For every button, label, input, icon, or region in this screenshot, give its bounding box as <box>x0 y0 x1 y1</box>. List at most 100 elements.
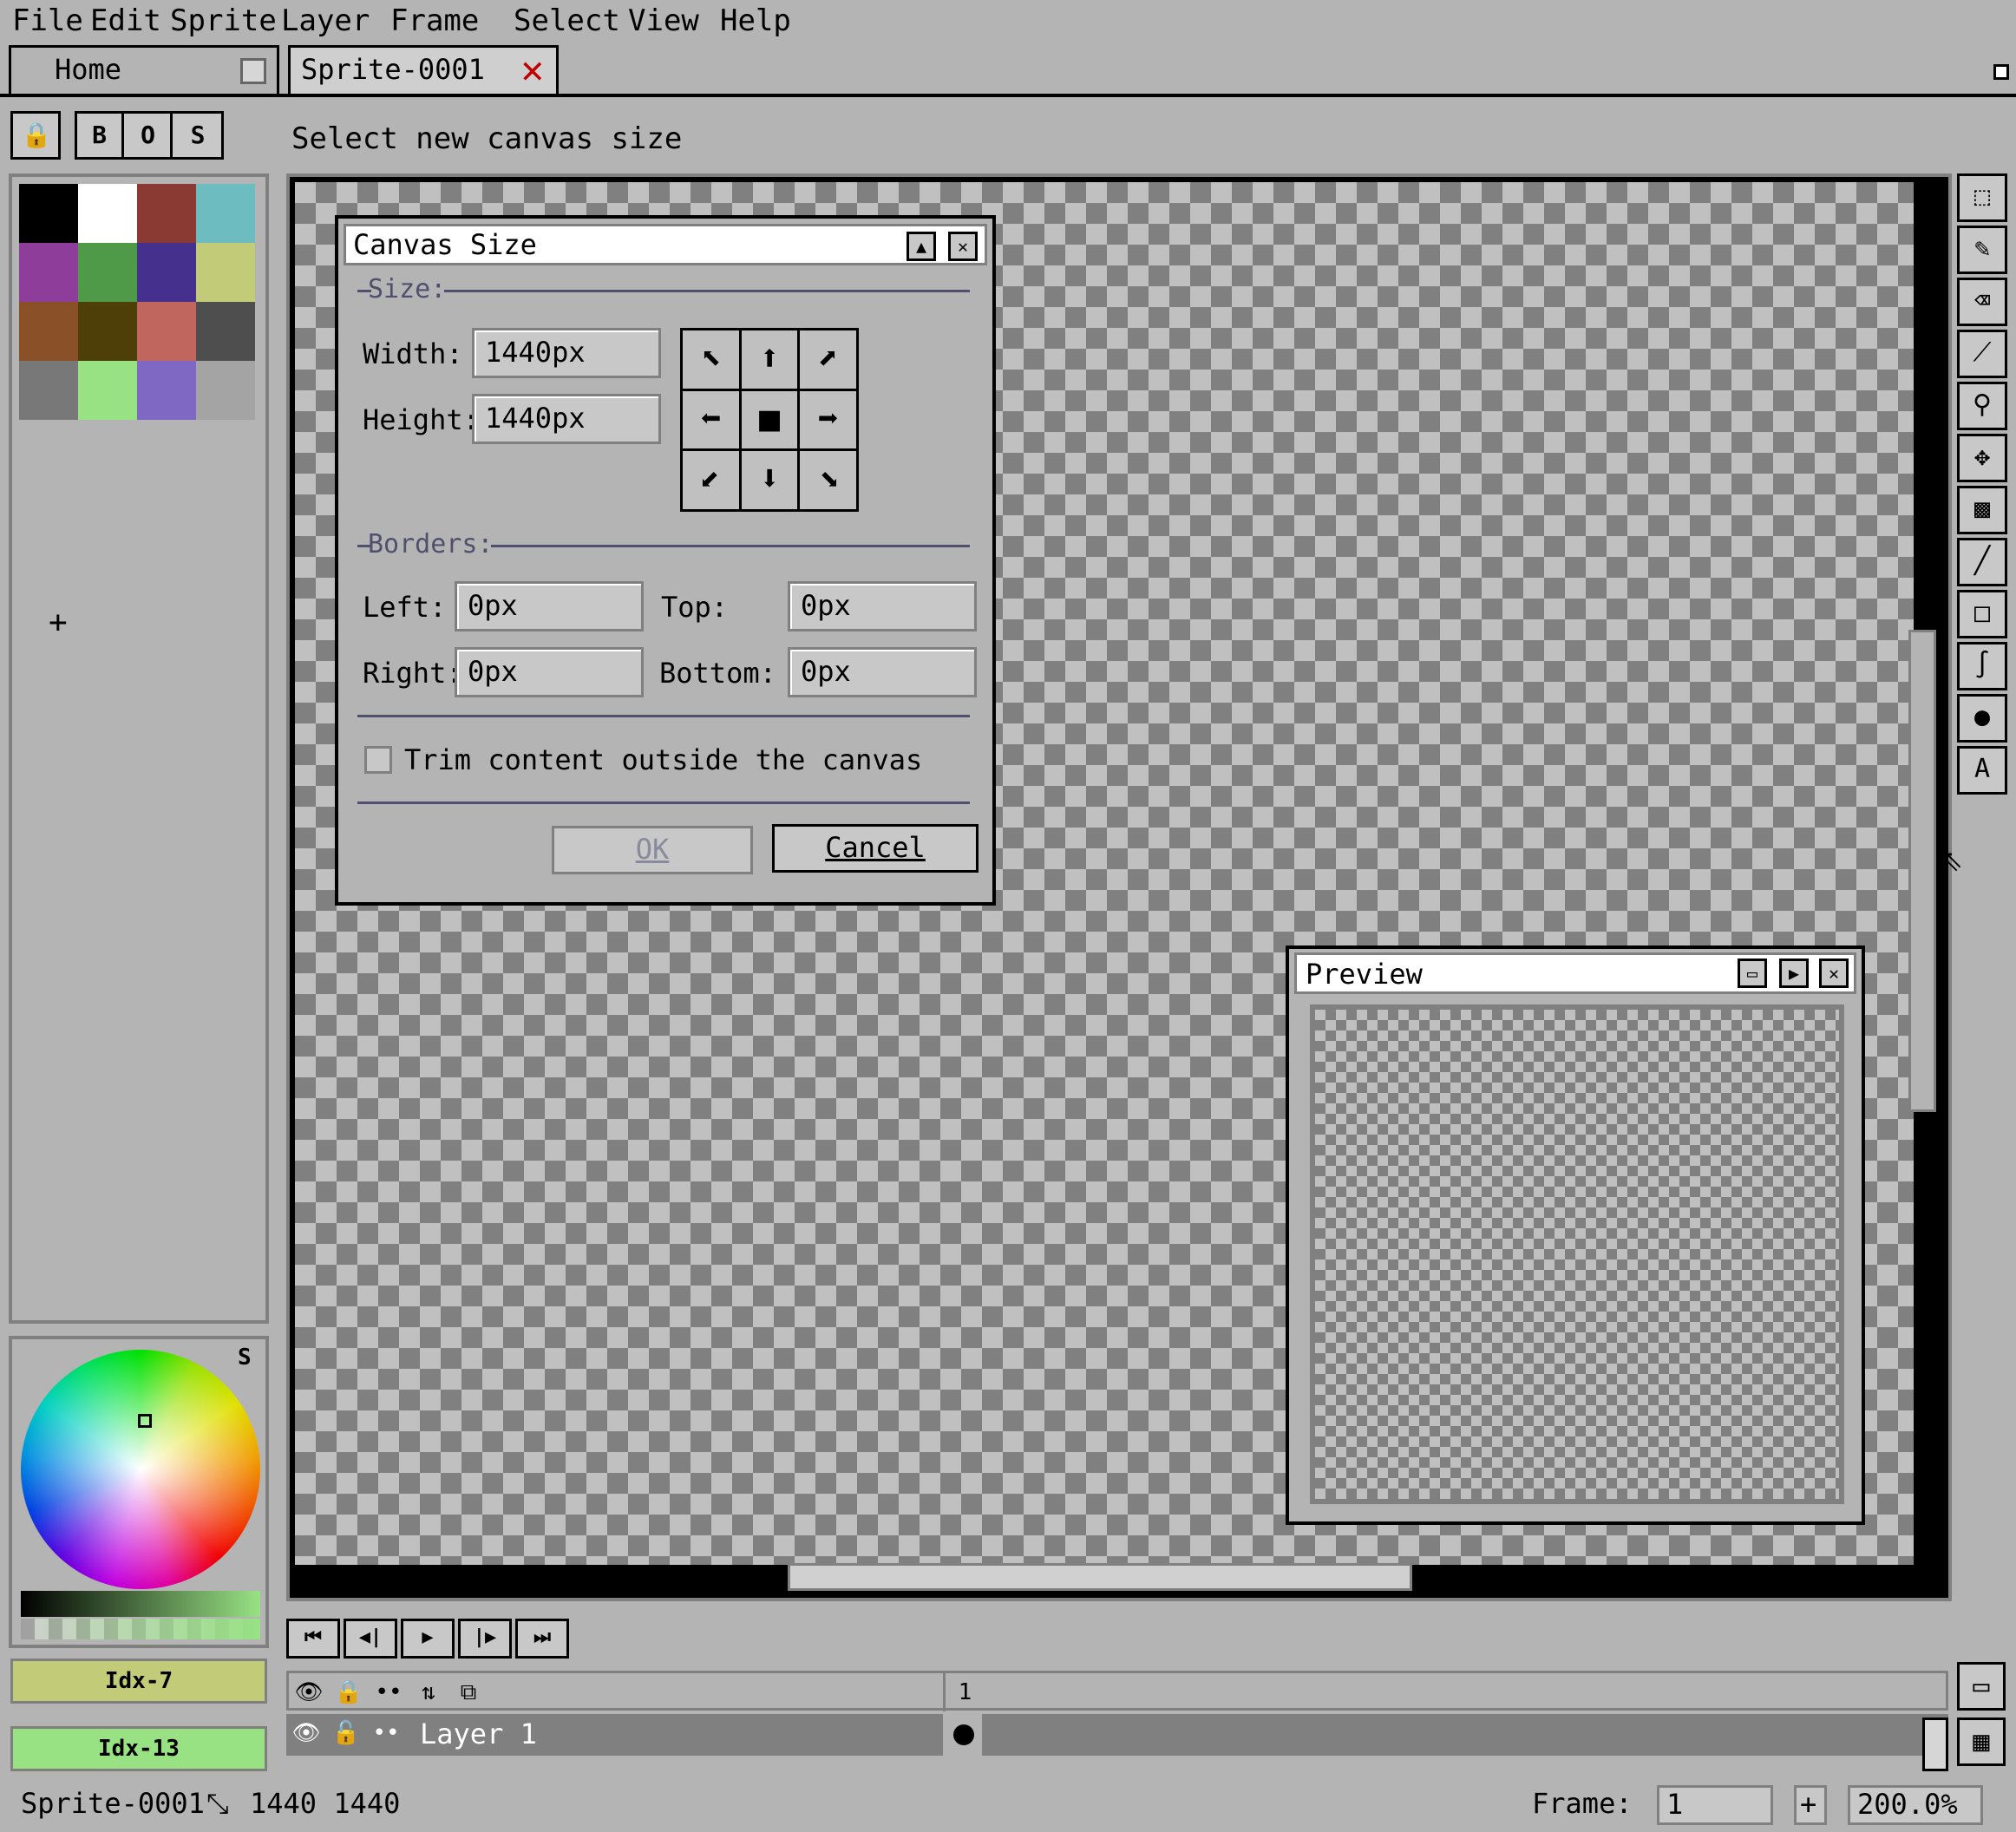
anchor-left-icon[interactable]: ⬅ <box>683 390 739 449</box>
dialog-title-bar[interactable]: Canvas Size ▲ ✕ <box>344 224 987 265</box>
continuous-icon[interactable]: •• <box>366 1714 406 1752</box>
wheel-cursor[interactable] <box>138 1414 152 1428</box>
horizontal-scrollbar[interactable] <box>788 1563 1412 1591</box>
bottom-border-field[interactable]: 0px <box>788 647 977 697</box>
alpha-bar[interactable] <box>21 1619 260 1639</box>
color-wheel[interactable] <box>21 1350 260 1589</box>
layer-lock-icon[interactable]: 🔓 <box>326 1714 366 1752</box>
close-icon[interactable]: ✕ <box>948 232 978 261</box>
wheel-mode-label[interactable]: S <box>238 1345 252 1371</box>
play-animation-icon[interactable]: ▶ <box>401 1619 455 1659</box>
last-frame-icon[interactable]: ⏭ <box>515 1619 569 1659</box>
move-tool-icon[interactable]: ✥ <box>1957 434 2007 482</box>
previous-frame-icon[interactable]: ◀| <box>344 1619 397 1659</box>
layer-row[interactable]: 👁 🔓 •• Layer 1 <box>286 1714 1948 1756</box>
preview-mode-icon[interactable]: ▭ <box>1738 959 1767 988</box>
palette-swatch[interactable] <box>196 243 255 302</box>
top-border-field[interactable]: 0px <box>788 581 977 631</box>
close-icon[interactable]: ✕ <box>1819 959 1849 988</box>
menu-frame[interactable]: Frame <box>390 2 479 40</box>
menu-sprite[interactable]: Sprite <box>170 2 277 40</box>
frame-field[interactable]: 1 <box>1657 1785 1773 1825</box>
preview-canvas[interactable] <box>1310 1004 1844 1504</box>
onion-skin-icon[interactable]: ⧉ <box>448 1673 488 1711</box>
zoom-tool-icon[interactable]: ⚲ <box>1957 382 2007 430</box>
height-field[interactable]: 1440px <box>472 394 661 444</box>
visibility-icon[interactable]: 👁 <box>286 1714 326 1752</box>
eyedropper-tool-icon[interactable]: ⟋ <box>1957 330 2007 378</box>
menu-select[interactable]: Select <box>514 2 620 40</box>
cancel-button[interactable]: Cancel <box>772 824 979 873</box>
link-cels-icon[interactable]: ⇅ <box>409 1673 448 1711</box>
rectangle-tool-icon[interactable]: □ <box>1957 590 2007 638</box>
palette-swatch[interactable] <box>137 243 196 302</box>
palette-mode-s-button[interactable]: S <box>174 114 221 157</box>
anchor-right-icon[interactable]: ➡ <box>800 390 856 449</box>
lock-header-icon[interactable]: 🔒 <box>329 1673 369 1711</box>
dither-tool-icon[interactable]: ▩ <box>1957 486 2007 534</box>
palette-swatch[interactable] <box>19 184 78 243</box>
continuous-header-icon[interactable]: •• <box>369 1673 409 1711</box>
palette-swatch[interactable] <box>19 243 78 302</box>
trim-checkbox[interactable] <box>364 746 392 774</box>
grid-icon[interactable]: ▦ <box>1957 1718 2006 1766</box>
maximize-icon[interactable] <box>1993 64 2009 80</box>
menu-file[interactable]: File <box>12 2 83 40</box>
blur-tool-icon[interactable]: ● <box>1957 694 2007 743</box>
palette-swatch[interactable] <box>137 184 196 243</box>
anchor-top-icon[interactable]: ⬆ <box>741 330 798 389</box>
palette-swatch[interactable] <box>137 361 196 420</box>
eraser-tool-icon[interactable]: ⌫ <box>1957 278 2007 326</box>
curve-tool-icon[interactable]: ∫ <box>1957 642 2007 690</box>
width-field[interactable]: 1440px <box>472 328 661 378</box>
tab-sprite[interactable]: Sprite-0001 ✕ <box>288 45 559 95</box>
text-tool-icon[interactable]: A <box>1957 746 2007 795</box>
line-tool-icon[interactable]: ╱ <box>1957 538 2007 586</box>
visibility-header-icon[interactable]: 👁 <box>289 1673 329 1711</box>
tab-home[interactable]: Home <box>9 45 279 95</box>
menu-view[interactable]: View <box>628 2 699 40</box>
palette-mode-b-button[interactable]: B <box>77 114 124 157</box>
anchor-top-right-icon[interactable]: ⬈ <box>800 330 856 389</box>
palette-swatch[interactable] <box>196 184 255 243</box>
anchor-center-icon[interactable]: ■ <box>741 390 798 449</box>
lock-button[interactable]: 🔒 <box>10 111 61 160</box>
next-frame-icon[interactable]: |▶ <box>458 1619 512 1659</box>
anchor-bottom-right-icon[interactable]: ⬊ <box>800 451 856 509</box>
vertical-scrollbar[interactable] <box>1908 630 1936 1112</box>
foreground-color-bar[interactable]: Idx-7 <box>10 1659 267 1704</box>
anchor-bottom-icon[interactable]: ⬇ <box>741 451 798 509</box>
preview-title-bar[interactable]: Preview ▭ ▶ ✕ <box>1294 952 1856 994</box>
menu-edit[interactable]: Edit <box>90 2 161 40</box>
shade-bar[interactable] <box>21 1591 260 1617</box>
menu-layer[interactable]: Layer <box>281 2 370 40</box>
background-color-bar[interactable]: Idx-13 <box>10 1726 267 1771</box>
zoom-field[interactable]: 200.0% <box>1848 1785 1983 1825</box>
close-icon[interactable]: ✕ <box>521 49 545 91</box>
timeline-scrollbar[interactable] <box>1922 1718 1948 1771</box>
workspace-icon[interactable]: ▭ <box>1957 1662 2006 1711</box>
palette-swatch[interactable] <box>196 361 255 420</box>
collapse-icon[interactable]: ▲ <box>907 232 936 261</box>
palette-mode-o-button[interactable]: O <box>126 114 173 157</box>
marquee-tool-icon[interactable]: ⬚ <box>1957 173 2007 222</box>
frame-header[interactable]: 1 <box>943 1673 985 1711</box>
add-frame-icon[interactable]: + <box>1794 1785 1827 1825</box>
palette-swatch[interactable] <box>78 361 137 420</box>
right-border-field[interactable]: 0px <box>455 647 644 697</box>
left-border-field[interactable]: 0px <box>455 581 644 631</box>
palette-swatch[interactable] <box>78 243 137 302</box>
tab-home-close-box[interactable] <box>240 58 266 84</box>
palette-swatch[interactable] <box>19 361 78 420</box>
layer-name[interactable]: Layer 1 <box>420 1714 537 1754</box>
trim-label[interactable]: Trim content outside the canvas <box>404 743 922 777</box>
anchor-bottom-left-icon[interactable]: ⬋ <box>683 451 739 509</box>
anchor-top-left-icon[interactable]: ⬉ <box>683 330 739 389</box>
add-color-button[interactable]: + <box>49 605 68 640</box>
first-frame-icon[interactable]: ⏮ <box>286 1619 340 1659</box>
menu-help[interactable]: Help <box>720 2 791 40</box>
play-icon[interactable]: ▶ <box>1779 959 1809 988</box>
palette-swatch[interactable] <box>78 302 137 361</box>
cel[interactable] <box>940 1714 982 1756</box>
ok-button[interactable]: OK <box>552 826 753 874</box>
